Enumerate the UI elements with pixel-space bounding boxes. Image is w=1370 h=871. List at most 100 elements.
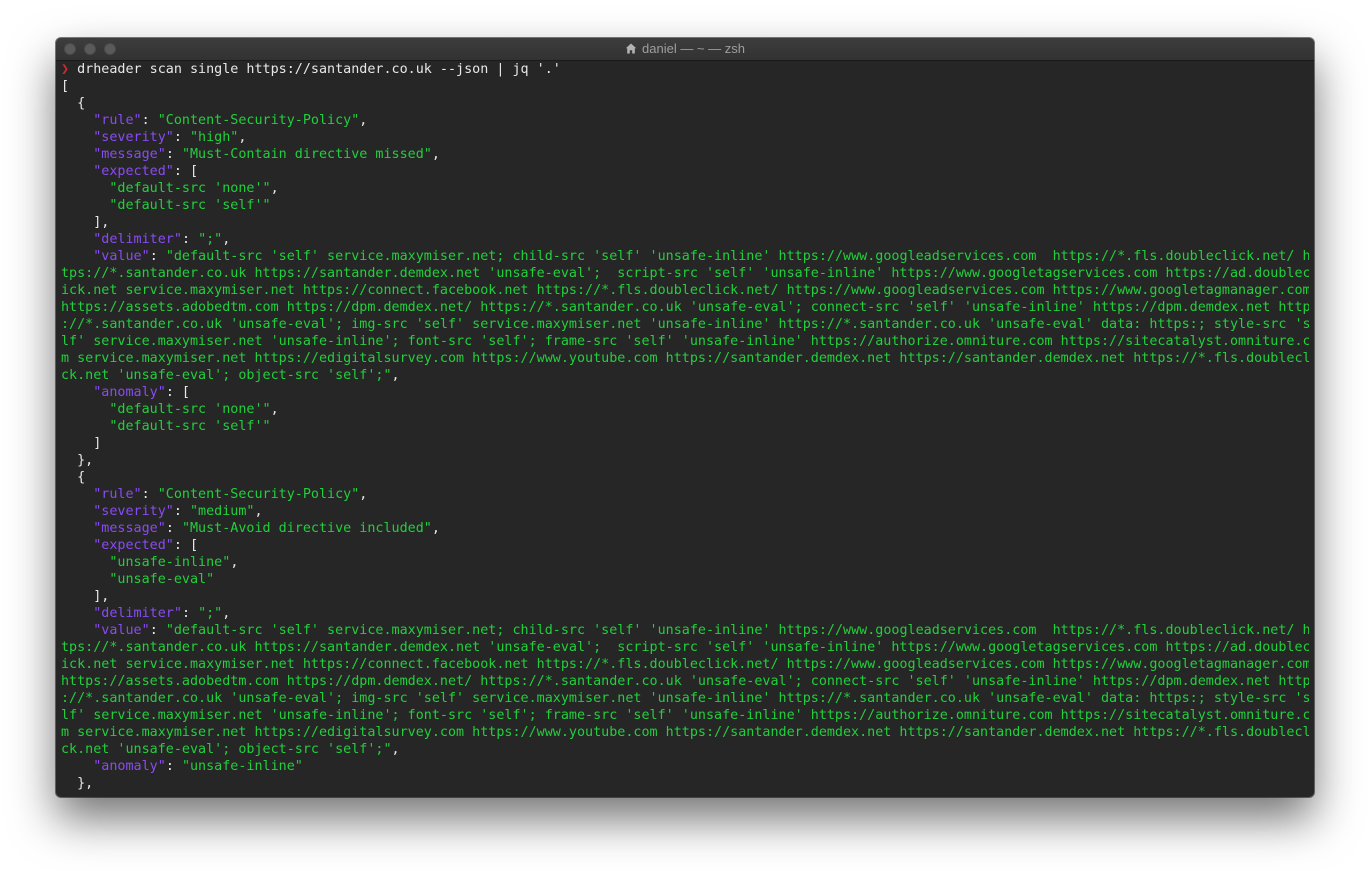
json-key: "anomaly" [93,385,166,400]
json-punctuation [61,113,93,128]
json-punctuation: ] [61,436,102,451]
json-punctuation: { [61,470,86,485]
json-punctuation [61,487,93,502]
output-line: lf' service.maxymiser.net 'unsafe-inline… [61,333,1309,350]
json-key: "rule" [93,113,142,128]
json-punctuation [61,232,93,247]
json-key: "message" [93,521,166,536]
json-punctuation: , [238,130,247,145]
json-punctuation: { [61,96,86,111]
json-string: "unsafe-inline" [109,555,231,570]
output-line: "severity": "high", [61,129,1309,146]
json-punctuation: : [173,504,190,519]
json-punctuation: , [359,487,368,502]
json-punctuation: : [165,521,182,536]
output-line: ck.net 'unsafe-eval'; object-src 'self';… [61,741,1309,758]
json-key: "value" [93,249,150,264]
output-line: [ [61,78,1309,95]
json-string: "default-src 'self'" [109,419,271,434]
title-bar[interactable]: daniel — ~ — zsh [56,38,1314,61]
json-punctuation [61,198,109,213]
json-punctuation [61,402,109,417]
json-punctuation: , [254,504,263,519]
output-line: "anomaly": "unsafe-inline" [61,758,1309,775]
json-punctuation: , [230,555,239,570]
window-title: daniel — ~ — zsh [642,41,745,56]
json-punctuation [61,572,109,587]
json-string: "high" [190,130,239,145]
json-punctuation: : [149,249,166,264]
json-string: m service.maxymiser.net https://edigital… [61,725,1309,740]
json-punctuation: }, [61,453,94,468]
json-punctuation [61,623,93,638]
output-line: "message": "Must-Avoid directive include… [61,520,1309,537]
json-punctuation [61,555,109,570]
json-punctuation: }, [61,776,94,791]
json-string: "default-src 'self'" [109,198,271,213]
output-line: tps://*.santander.co.uk https://santande… [61,265,1309,282]
json-punctuation: [ [61,79,70,94]
json-punctuation: , [359,113,368,128]
json-punctuation: , [222,606,231,621]
json-punctuation [61,385,93,400]
json-punctuation: : [181,232,199,247]
window-title-area: daniel — ~ — zsh [56,38,1314,60]
json-punctuation [61,538,93,553]
json-punctuation: : [165,759,182,774]
json-string: ck.net 'unsafe-eval'; object-src 'self';… [61,742,392,757]
json-punctuation [61,759,93,774]
output-line: "default-src 'self'" [61,197,1309,214]
json-string: "unsafe-eval" [109,572,215,587]
json-string: https://assets.adobedtm.com https://dpm.… [61,674,1309,689]
command-line: ❯ drheader scan single https://santander… [61,61,1309,78]
json-string: tps://*.santander.co.uk https://santande… [61,266,1309,281]
json-string: "default-src 'self' service.maxymiser.ne… [165,623,1309,638]
json-string: lf' service.maxymiser.net 'unsafe-inline… [61,334,1309,349]
output-line: "default-src 'none'", [61,401,1309,418]
json-punctuation: , [270,402,279,417]
output-line: "delimiter": ";", [61,231,1309,248]
json-punctuation [61,147,93,162]
json-string: "default-src 'none'" [109,181,271,196]
output-line: ], [61,588,1309,605]
json-punctuation [61,181,109,196]
output-line: "delimiter": ";", [61,605,1309,622]
json-punctuation [61,130,93,145]
json-string: m service.maxymiser.net https://edigital… [61,351,1309,366]
json-string: lf' service.maxymiser.net 'unsafe-inline… [61,708,1309,723]
json-key: "anomaly" [93,759,166,774]
json-string: ";" [198,606,223,621]
json-string: ick.net service.maxymiser.net https://co… [61,283,1309,298]
output-line: "severity": "medium", [61,503,1309,520]
json-string: https://assets.adobedtm.com https://dpm.… [61,300,1309,315]
json-key: "delimiter" [93,606,182,621]
json-key: "value" [93,623,150,638]
json-string: tps://*.santander.co.uk https://santande… [61,640,1309,655]
terminal-output[interactable]: ❯ drheader scan single https://santander… [61,61,1309,797]
json-punctuation [61,419,109,434]
output-line: "default-src 'none'", [61,180,1309,197]
json-punctuation [61,504,93,519]
json-key: "rule" [93,487,142,502]
json-string: ick.net service.maxymiser.net https://co… [61,657,1309,672]
json-punctuation: : [ [173,164,199,179]
output-line: "unsafe-eval" [61,571,1309,588]
json-string: ";" [198,232,223,247]
json-punctuation: : [141,487,158,502]
output-line: ://*.santander.co.uk 'unsafe-eval'; img-… [61,316,1309,333]
json-punctuation [61,521,93,536]
json-punctuation [61,606,93,621]
json-string: "Must-Avoid directive included" [181,521,432,536]
json-punctuation: : [165,147,182,162]
terminal-window[interactable]: daniel — ~ — zsh ❯ drheader scan single … [56,38,1314,797]
output-line: https://assets.adobedtm.com https://dpm.… [61,299,1309,316]
json-string: "Must-Contain directive missed" [181,147,432,162]
output-line: { [61,95,1309,112]
json-key: "expected" [93,164,174,179]
output-line: tps://*.santander.co.uk https://santande… [61,639,1309,656]
json-string: ck.net 'unsafe-eval'; object-src 'self';… [61,368,392,383]
prompt-chevron-icon: ❯ [61,62,70,77]
json-punctuation: , [222,232,231,247]
output-line: ] [61,435,1309,452]
json-key: "severity" [93,130,174,145]
